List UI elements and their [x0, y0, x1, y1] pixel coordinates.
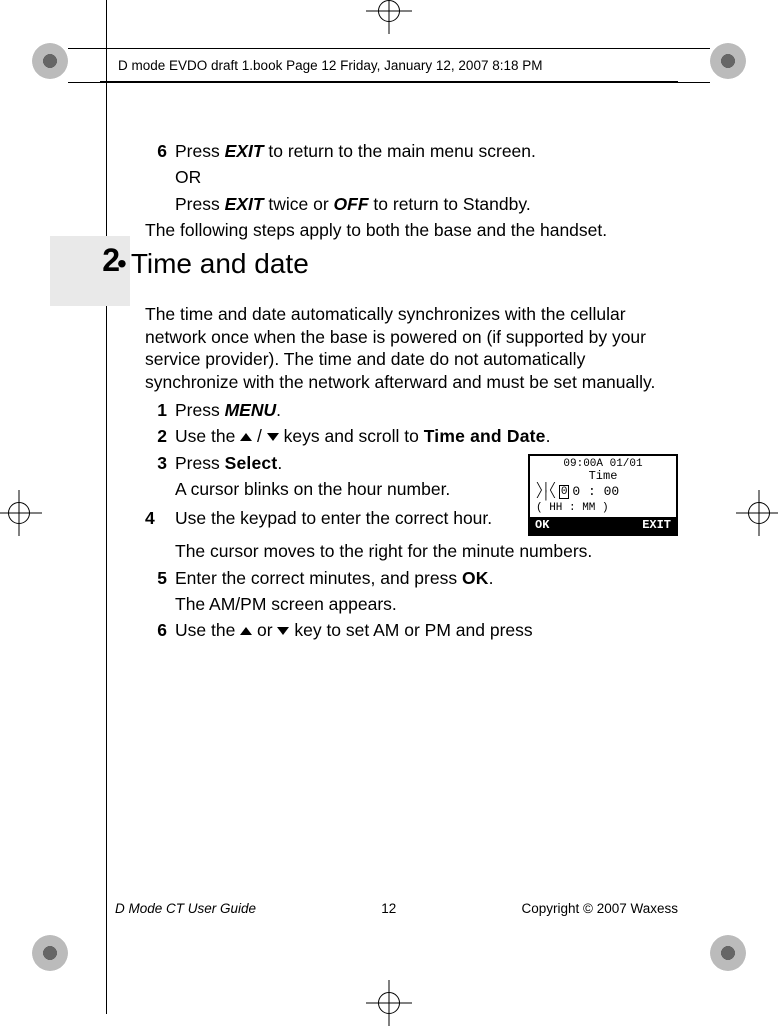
step-number: 1	[145, 399, 167, 421]
step-text: Enter the correct minutes, and press OK.	[175, 568, 493, 588]
cropmark-icon	[710, 935, 746, 971]
softkey-right: EXIT	[642, 518, 671, 533]
step-text: Press EXIT to return to the main menu sc…	[175, 141, 536, 161]
footer-page-number: 12	[381, 901, 396, 916]
step-number: 6	[145, 140, 167, 162]
softkey-left: OK	[535, 518, 549, 533]
phone-softkeys: OK EXIT	[530, 517, 676, 534]
page-header: D mode EVDO draft 1.book Page 12 Friday,…	[100, 48, 678, 82]
up-arrow-icon	[240, 426, 252, 446]
menu-label: Select	[225, 453, 278, 473]
cursor-digit: 0	[559, 485, 570, 499]
vertical-page-rule	[106, 0, 107, 1014]
page-content: 6 Press EXIT to return to the main menu …	[145, 140, 678, 646]
step-text: Use the keypad to enter the correct hour…	[175, 508, 492, 528]
time-remainder: 0 : 00	[572, 484, 619, 501]
step-number: 2	[145, 425, 167, 447]
rule-line	[68, 82, 710, 83]
cropmark-icon	[32, 43, 68, 79]
menu-label: Time and Date	[424, 426, 546, 446]
down-arrow-icon	[277, 620, 289, 640]
menu-label: OK	[462, 568, 489, 588]
antenna-icon: \|//|\	[536, 484, 556, 500]
step-4-inline: 4 Use the keypad to enter the correct ho…	[175, 507, 514, 529]
list-item: 6 Use the or key to set AM or PM and pre…	[145, 619, 678, 641]
footer-doc-title: D Mode CT User Guide	[115, 901, 256, 916]
phone-screen-mock: 09:00A 01/01 Time \|//|\ 00 : 00 ( HH : …	[528, 454, 678, 537]
up-arrow-icon	[240, 620, 252, 640]
step-number: 3	[145, 452, 167, 474]
footer-copyright: Copyright © 2007 Waxess	[521, 901, 678, 916]
step-number: 6	[145, 619, 167, 641]
registration-mark-icon	[0, 490, 42, 536]
step-subtext: The AM/PM screen appears.	[175, 593, 678, 615]
key-label: OFF	[334, 194, 369, 214]
registration-mark-icon	[366, 0, 412, 34]
step-number: 5	[145, 567, 167, 589]
section-title: Time and date	[117, 246, 678, 282]
registration-mark-icon	[736, 490, 778, 536]
step-text: Use the / keys and scroll to Time and Da…	[175, 426, 550, 446]
cropmark-icon	[32, 935, 68, 971]
phone-format-hint: ( HH : MM )	[530, 501, 676, 515]
header-text: D mode EVDO draft 1.book Page 12 Friday,…	[118, 58, 543, 73]
key-label: EXIT	[225, 194, 264, 214]
step-number: 4	[145, 507, 155, 529]
list-item: 6 Press EXIT to return to the main menu …	[145, 140, 678, 215]
step-text: Press Select.	[175, 453, 282, 473]
step-text: Press MENU.	[175, 400, 281, 420]
key-label: MENU	[225, 400, 277, 420]
step-subtext: A cursor blinks on the hour number.	[175, 478, 514, 500]
body-paragraph: The time and date automatically synchron…	[145, 303, 678, 393]
list-item: 1 Press MENU.	[145, 399, 678, 421]
step-subtext: Press EXIT twice or OFF to return to Sta…	[175, 193, 678, 215]
cropmark-icon	[710, 43, 746, 79]
step-text: Use the or key to set AM or PM and press	[175, 620, 533, 640]
intro-paragraph: The following steps apply to both the ba…	[145, 219, 678, 241]
list-item: 2 Use the / keys and scroll to Time and …	[145, 425, 678, 447]
step-subtext: The cursor moves to the right for the mi…	[175, 540, 678, 562]
phone-time-row: \|//|\ 00 : 00	[530, 484, 676, 501]
list-item: 5 Enter the correct minutes, and press O…	[145, 567, 678, 616]
registration-mark-icon	[366, 980, 412, 1026]
down-arrow-icon	[267, 426, 279, 446]
key-label: EXIT	[225, 141, 264, 161]
list-item: 3 Press Select. A cursor blinks on the h…	[145, 452, 678, 563]
page-footer: D Mode CT User Guide 12 Copyright © 2007…	[115, 901, 678, 916]
step-subtext: OR	[175, 166, 678, 188]
